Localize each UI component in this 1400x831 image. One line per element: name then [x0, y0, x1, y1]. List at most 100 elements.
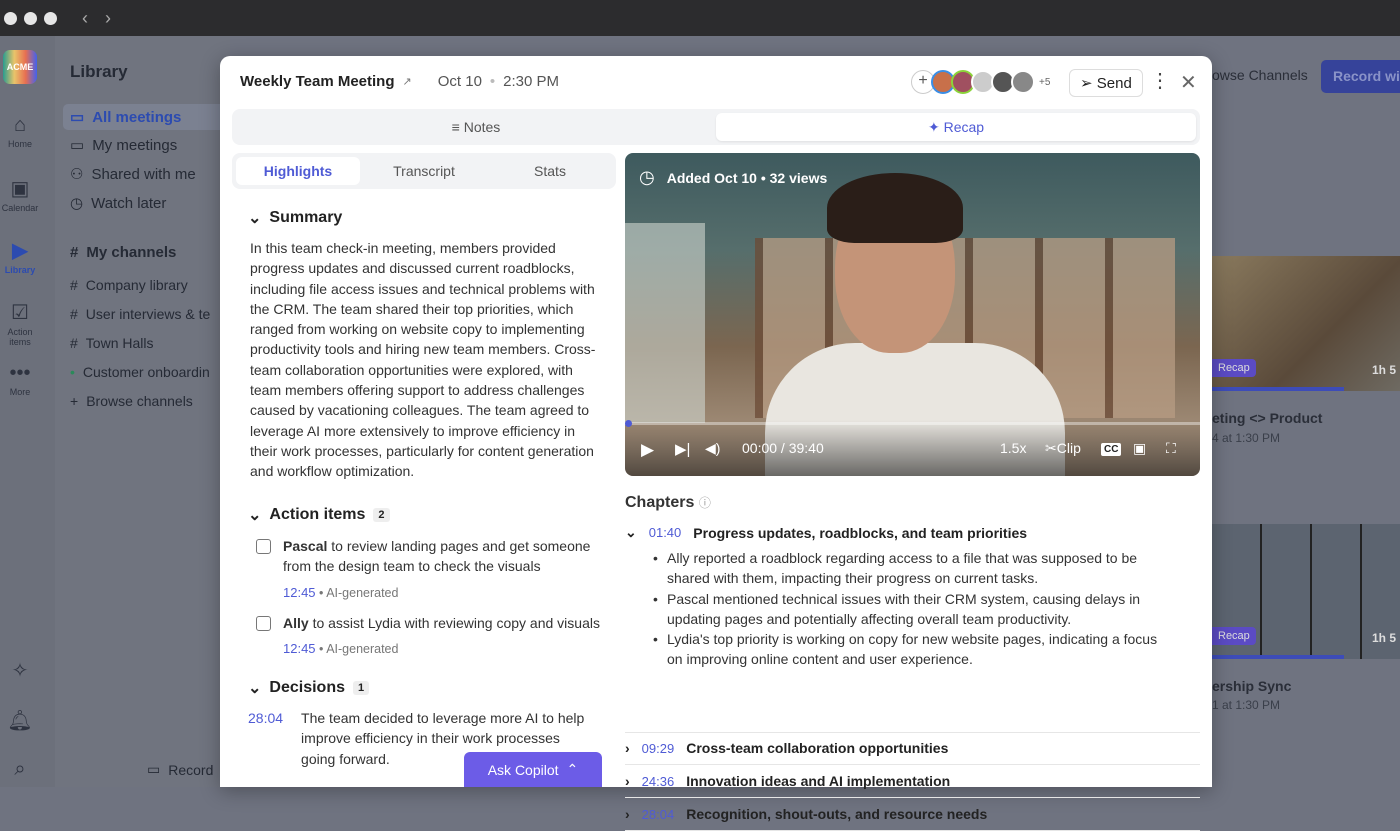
meeting-title[interactable]: eting <> Product [1212, 410, 1322, 426]
timestamp-link[interactable]: 12:45 [283, 641, 316, 656]
count-badge: 1 [353, 681, 370, 695]
library-item-watch-later[interactable]: ◷ Watch later [70, 194, 167, 213]
hash-icon: # [70, 277, 78, 293]
label: Watch later [91, 194, 167, 212]
more-icon: ••• [9, 362, 31, 384]
record-with-button[interactable]: Record wit [1321, 60, 1400, 93]
library-item-my-meetings[interactable]: ▭ My meetings [70, 136, 178, 155]
send-button[interactable]: ➢ Send [1069, 69, 1143, 97]
calendar-icon: ▭ [70, 109, 85, 126]
volume-icon[interactable]: ◀) [705, 440, 720, 457]
chapter-item[interactable]: › 09:29 Cross-team collaboration opportuni… [625, 740, 1200, 765]
back-icon[interactable]: ‹ [82, 8, 88, 29]
chapter-bullets: Ally reported a roadblock regarding acce… [653, 548, 1167, 670]
meeting-recap-modal: Weekly Team Meeting ↗ Oct 10 • 2:30 PM +… [220, 56, 1212, 831]
acme-logo[interactable]: ACME [3, 50, 37, 84]
recap-badge: Recap [1212, 627, 1256, 645]
label: Record [168, 761, 214, 778]
bell-icon[interactable]: 🔔︎ [0, 708, 40, 735]
meeting-thumbnail[interactable]: Recap 1h 5 [1212, 524, 1400, 659]
chapter-item[interactable]: ⌄ 01:40 Progress updates, roadblocks, and … [625, 524, 1200, 549]
label: My meetings [92, 136, 178, 154]
progress-bar[interactable] [625, 420, 1200, 427]
chevron-down-icon: ⌄ [248, 680, 262, 697]
duration: 1h 5 [1371, 363, 1396, 377]
chevron-down-icon: ⌄ [625, 524, 637, 540]
rail-calendar[interactable]: ▣ Calendar [0, 176, 40, 213]
external-link-icon[interactable]: ↗ [403, 75, 412, 88]
rail-more[interactable]: ••• More [0, 362, 40, 397]
search-icon[interactable]: ⌕ [0, 758, 40, 783]
library-item-shared[interactable]: ⚇ Shared with me [70, 165, 196, 184]
meeting-time: 2:30 PM [503, 73, 560, 90]
timestamp-link[interactable]: 28:04 [642, 807, 675, 822]
timestamp-link[interactable]: 24:36 [642, 774, 675, 789]
maximize-window-button[interactable] [44, 11, 57, 25]
play-icon[interactable]: ▶ [641, 440, 654, 460]
meeting-thumbnail[interactable]: Recap 1h 5 [1212, 256, 1400, 391]
clip-button[interactable]: ✂Clip [1045, 440, 1081, 457]
meeting-title[interactable]: ership Sync [1212, 678, 1291, 694]
channel-item[interactable]: # User interviews & te [70, 306, 210, 322]
timestamp-link[interactable]: 01:40 [649, 525, 682, 540]
chevron-down-icon: ⌄ [248, 507, 262, 524]
video-player[interactable]: ◷ Added Oct 10 • 32 views ▶ ▶| ◀) 00:00 /… [625, 153, 1200, 476]
timestamp-link[interactable]: 28:04 [248, 708, 283, 769]
browse-channels-button[interactable]: owse Channels [1212, 67, 1308, 83]
minimize-window-button[interactable] [24, 11, 37, 25]
more-options-icon[interactable]: ⋮ [1150, 68, 1170, 93]
window-titlebar: ‹ › [0, 0, 1400, 36]
recap-subtabs: Highlights Transcript Stats [232, 153, 616, 189]
decisions-toggle[interactable]: ⌄ Decisions 1 [248, 678, 370, 698]
chapter-item[interactable]: › 24:36 Innovation ideas and AI implementa… [625, 773, 1200, 798]
duration: 1h 5 [1371, 631, 1396, 645]
captions-button[interactable]: CC [1101, 443, 1122, 456]
channel-item[interactable]: # Company library [70, 277, 188, 293]
tab-highlights[interactable]: Highlights [236, 157, 360, 185]
skip-next-icon[interactable]: ▶| [675, 440, 690, 458]
close-window-button[interactable] [4, 11, 17, 25]
rail-action-items[interactable]: ☑ Action items [0, 300, 40, 347]
checkbox[interactable] [256, 616, 271, 631]
speed-button[interactable]: 1.5x [1000, 440, 1026, 456]
timestamp-link[interactable]: 12:45 [283, 585, 316, 600]
tab-transcript[interactable]: Transcript [362, 157, 486, 185]
action-items-toggle[interactable]: ⌄ Action items 2 [248, 505, 390, 525]
tab-notes[interactable]: ≡ Notes [236, 113, 716, 141]
label: My channels [86, 244, 177, 261]
send-icon: ➢ [1080, 75, 1093, 92]
tab-recap[interactable]: ✦ Recap [716, 113, 1196, 141]
library-item-all-meetings[interactable]: ▭ All meetings [63, 104, 233, 130]
timestamp-link[interactable]: 09:29 [642, 741, 675, 756]
browse-channels-link[interactable]: + Browse channels [70, 393, 193, 409]
label: All meetings [92, 108, 182, 126]
close-icon[interactable]: ✕ [1180, 70, 1197, 95]
channel-item[interactable]: # Town Halls [70, 335, 154, 351]
pip-icon[interactable]: ▣ [1133, 440, 1146, 457]
ai-tag: AI-generated [326, 642, 399, 657]
checkbox[interactable] [256, 539, 271, 554]
fullscreen-icon[interactable]: ⛶ [1166, 440, 1176, 457]
ask-copilot-button[interactable]: Ask Copilot ⌃ [464, 752, 602, 787]
channel-item[interactable]: • Customer onboardin [70, 364, 210, 380]
tab-stats[interactable]: Stats [488, 157, 612, 185]
checkbox-icon: ☑ [11, 302, 29, 324]
bullet: Ally reported a roadblock regarding acce… [653, 548, 1167, 589]
chevron-right-icon: › [625, 740, 630, 756]
chapter-item[interactable]: › 28:04 Recognition, shout-outs, and resou… [625, 806, 1200, 831]
info-icon[interactable]: ⓘ [699, 496, 711, 510]
rail-label: Home [7, 139, 32, 149]
label: Summary [269, 209, 343, 226]
forward-icon[interactable]: › [105, 8, 111, 29]
label: Customer onboardin [82, 364, 210, 380]
meeting-date: 4 at 1:30 PM [1212, 431, 1281, 445]
summary-toggle[interactable]: ⌄ Summary [248, 208, 342, 228]
rail-home[interactable]: ⌂ Home [0, 114, 40, 149]
clock-icon: ◷ [70, 195, 84, 212]
chapter-title: Progress updates, roadblocks, and team p… [693, 524, 1028, 541]
rail-label: More [9, 387, 31, 397]
record-button[interactable]: ▭ Record [147, 761, 213, 778]
participants[interactable]: + +5 [911, 70, 1050, 94]
rail-library[interactable]: ▶ Library [0, 238, 40, 275]
copilot-chat-icon[interactable]: ✧ [0, 658, 40, 685]
